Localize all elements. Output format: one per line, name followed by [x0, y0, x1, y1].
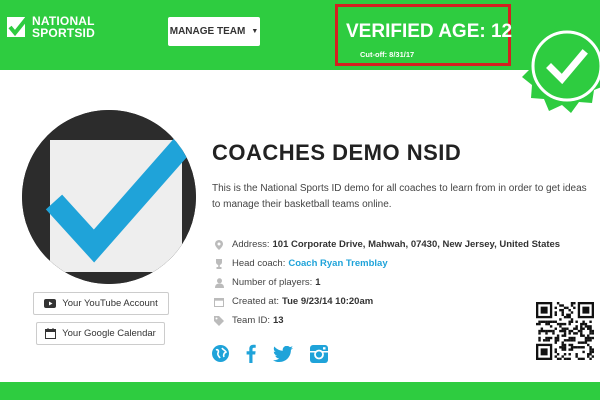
head-coach-link[interactable]: Coach Ryan Tremblay [288, 258, 387, 269]
verified-age-text: VERIFIED AGE: 12 [346, 21, 513, 42]
team-description: This is the National Sports ID demo for … [212, 183, 587, 210]
logo-mark-icon [7, 16, 28, 37]
qr-code [536, 302, 595, 361]
calendar-icon [45, 328, 57, 339]
checkmark-logo-icon [22, 110, 196, 284]
cutoff-date-text: Cut-off: 8/31/17 [360, 50, 415, 59]
national-sportsid-logo[interactable]: NATIONAL SPORTSID [6, 14, 95, 40]
head-coach-label: Head coach: [232, 258, 286, 269]
info-row-created: Created at: Tue 9/23/14 10:20am [212, 292, 560, 311]
top-bar: NATIONAL SPORTSID MANAGE TEAM ▼ VERIFIED… [0, 0, 600, 70]
caret-down-icon: ▼ [251, 28, 259, 35]
user-icon [212, 277, 226, 288]
verified-badge-icon [522, 20, 600, 113]
instagram-icon[interactable] [310, 344, 328, 363]
team-name-title: COACHES DEMO NSID [212, 140, 462, 165]
players-label: Number of players: [232, 277, 313, 288]
calendar-icon [212, 297, 226, 307]
manage-team-button[interactable]: MANAGE TEAM ▼ [168, 17, 260, 46]
globe-icon[interactable] [212, 345, 229, 362]
logo-line-2: SPORTSID [32, 26, 95, 40]
team-id-value: 13 [273, 315, 284, 326]
youtube-account-button[interactable]: Your YouTube Account [33, 292, 169, 315]
verified-age-box: VERIFIED AGE: 12 Cut-off: 8/31/17 [335, 4, 513, 66]
info-row-players: Number of players: 1 [212, 273, 560, 292]
youtube-account-label: Your YouTube Account [62, 298, 158, 309]
info-row-head-coach: Head coach: Coach Ryan Tremblay [212, 254, 560, 273]
trophy-icon [212, 258, 226, 269]
team-id-label: Team ID: [232, 315, 271, 326]
twitter-icon[interactable] [273, 345, 293, 362]
map-marker-icon [212, 239, 226, 250]
tag-icon [212, 315, 226, 326]
created-label: Created at: [232, 296, 279, 307]
info-row-team-id: Team ID: 13 [212, 311, 560, 330]
google-calendar-label: Your Google Calendar [62, 328, 156, 339]
address-value: 101 Corporate Drive, Mahwah, 07430, New … [272, 239, 561, 250]
team-info-list: Address: 101 Corporate Drive, Mahwah, 07… [212, 235, 560, 330]
team-avatar [22, 110, 196, 284]
info-row-address: Address: 101 Corporate Drive, Mahwah, 07… [212, 235, 560, 254]
bottom-bar [0, 382, 600, 400]
qr-code-icon [536, 302, 595, 361]
created-value: Tue 9/23/14 10:20am [282, 296, 374, 307]
players-value: 1 [315, 277, 321, 288]
address-label: Address: [232, 239, 270, 250]
manage-team-label: MANAGE TEAM [169, 26, 246, 37]
social-links [212, 344, 345, 363]
facebook-icon[interactable] [246, 344, 256, 363]
google-calendar-button[interactable]: Your Google Calendar [36, 322, 165, 345]
youtube-icon [44, 299, 57, 308]
